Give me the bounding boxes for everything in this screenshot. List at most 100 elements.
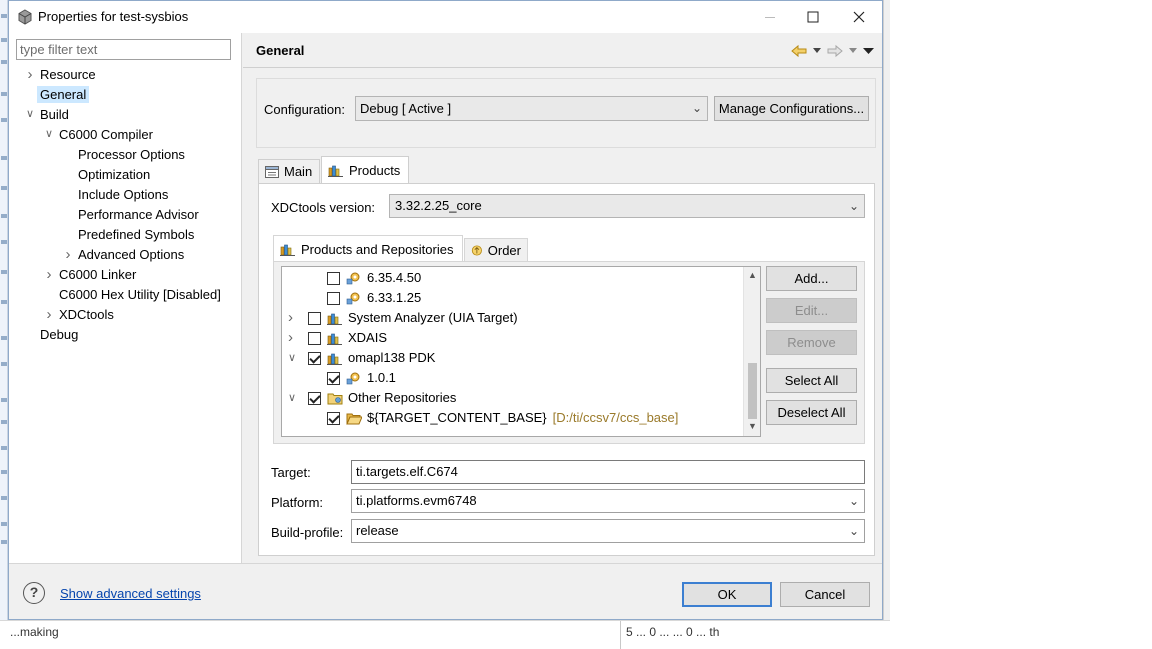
help-icon[interactable]: ? xyxy=(23,582,45,604)
chevron-right-icon[interactable]: › xyxy=(288,308,293,328)
repository-row[interactable]: › XDAIS xyxy=(288,328,387,348)
background-code-fragment xyxy=(1,300,7,304)
tree-item[interactable]: Performance Advisor xyxy=(78,205,199,224)
repository-row[interactable]: ${TARGET_CONTENT_BASE} [D:/ti/ccsv7/ccs_b… xyxy=(327,408,678,428)
chevron-right-icon[interactable]: › xyxy=(62,245,74,264)
add-button[interactable]: Add... xyxy=(766,266,857,291)
tree-item[interactable]: ∨ C6000 Compiler xyxy=(45,125,153,144)
repository-label: omapl138 PDK xyxy=(348,350,436,365)
ok-button[interactable]: OK xyxy=(682,582,772,607)
repository-row[interactable]: ∨ Other Repositories xyxy=(288,388,457,408)
close-button[interactable] xyxy=(836,1,882,32)
chevron-down-icon[interactable]: ∨ xyxy=(43,125,55,144)
show-advanced-settings-link[interactable]: Show advanced settings xyxy=(60,586,201,601)
chevron-right-icon[interactable]: › xyxy=(24,65,36,84)
back-arrow-icon[interactable] xyxy=(791,44,807,58)
repository-row[interactable]: › System Analyzer (UIA Target) xyxy=(288,308,518,328)
target-input[interactable]: ti.targets.elf.C674 xyxy=(351,460,865,484)
repository-row[interactable]: 6.33.1.25 xyxy=(327,288,421,308)
chevron-right-icon[interactable]: › xyxy=(43,305,55,324)
minimize-button[interactable] xyxy=(747,1,793,32)
tree-item[interactable]: Processor Options xyxy=(78,145,185,164)
tab-main[interactable]: Main xyxy=(258,159,320,183)
tree-item-label: Predefined Symbols xyxy=(78,227,195,242)
chevron-right-icon[interactable]: › xyxy=(43,265,55,284)
tab-products[interactable]: Products xyxy=(321,156,409,184)
maximize-button[interactable] xyxy=(790,1,836,32)
view-menu-icon[interactable] xyxy=(863,47,874,55)
products-panel: XDCtools version: 3.32.2.25_core ⌄ Produ… xyxy=(258,183,875,556)
repository-row[interactable]: 1.0.1 xyxy=(327,368,396,388)
repository-label: System Analyzer (UIA Target) xyxy=(348,310,518,325)
tree-item[interactable]: General xyxy=(37,85,90,104)
tree-item[interactable]: › C6000 Linker xyxy=(47,265,137,284)
scrollbar-thumb[interactable] xyxy=(748,363,757,419)
filter-input[interactable] xyxy=(16,39,231,60)
platform-select[interactable]: ti.platforms.evm6748 ⌄ xyxy=(351,489,865,513)
tab-products-and-repositories[interactable]: Products and Repositories xyxy=(273,235,463,262)
chevron-right-icon[interactable]: › xyxy=(288,328,293,348)
products-books-icon xyxy=(280,244,295,256)
repository-label: Other Repositories xyxy=(348,390,457,405)
tree-item[interactable]: › XDCtools xyxy=(47,305,114,324)
background-console-text: ...making xyxy=(10,625,59,639)
scroll-up-icon[interactable]: ▲ xyxy=(748,270,757,280)
back-menu-chevron-icon[interactable] xyxy=(813,48,821,54)
deselect-all-button[interactable]: Deselect All xyxy=(766,400,857,425)
product-repository-tree[interactable]: 6.35.4.50 6.33.1.25 › System Analyzer (UIA … xyxy=(281,266,761,437)
repository-label: 6.33.1.25 xyxy=(367,290,422,305)
repository-folder-icon xyxy=(327,391,348,405)
app-cube-icon xyxy=(18,9,32,25)
repository-checkbox[interactable] xyxy=(308,331,321,345)
tree-item[interactable]: Predefined Symbols xyxy=(78,225,194,244)
repository-checkbox[interactable] xyxy=(327,411,340,425)
forward-arrow-icon[interactable] xyxy=(827,44,843,58)
tree-item[interactable]: Include Options xyxy=(78,185,168,204)
chevron-down-icon[interactable]: ∨ xyxy=(24,105,36,124)
close-icon xyxy=(853,11,865,22)
tree-item-label: Debug xyxy=(40,327,79,342)
tab-order[interactable]: Order xyxy=(464,238,528,261)
tree-item[interactable]: C6000 Hex Utility [Disabled] xyxy=(59,285,221,304)
chevron-down-icon[interactable]: ∨ xyxy=(288,348,296,368)
tree-item-label: Processor Options xyxy=(78,147,185,162)
edit-button[interactable]: Edit... xyxy=(766,298,857,323)
tree-item[interactable]: ∨ Build xyxy=(26,105,69,124)
product-books-icon xyxy=(327,331,348,345)
repository-checkbox[interactable] xyxy=(327,371,340,385)
manage-configurations-button[interactable]: Manage Configurations... xyxy=(714,96,869,121)
background-code-fragment xyxy=(1,398,7,402)
build-profile-select[interactable]: release ⌄ xyxy=(351,519,865,543)
configuration-select[interactable]: Debug [ Active ] ⌄ xyxy=(355,96,708,121)
select-all-button[interactable]: Select All xyxy=(766,368,857,393)
repository-checkbox[interactable] xyxy=(308,391,321,405)
repository-checkbox[interactable] xyxy=(308,351,321,365)
tree-item[interactable]: Optimization xyxy=(78,165,150,184)
forward-menu-chevron-icon[interactable] xyxy=(849,48,857,54)
tree-item[interactable]: › Advanced Options xyxy=(66,245,185,264)
repository-checkbox[interactable] xyxy=(327,291,340,305)
remove-button[interactable]: Remove xyxy=(766,330,857,355)
tree-item-label: Advanced Options xyxy=(78,247,185,262)
tree-item[interactable]: › Resource xyxy=(28,65,96,84)
maximize-icon xyxy=(807,11,819,22)
chevron-down-icon: ⌄ xyxy=(848,524,859,538)
tree-scrollbar[interactable]: ▲ ▼ xyxy=(743,267,760,436)
repository-checkbox[interactable] xyxy=(327,271,340,285)
xdctools-version-select[interactable]: 3.32.2.25_core ⌄ xyxy=(389,194,865,218)
title-bar[interactable]: Properties for test-sysbios xyxy=(9,1,882,33)
order-icon xyxy=(471,244,482,256)
header-separator xyxy=(243,67,882,68)
properties-dialog: Properties for test-sysbios ›ResourceGen… xyxy=(8,0,883,620)
chevron-down-icon[interactable]: ∨ xyxy=(288,388,296,408)
repository-row[interactable]: 6.35.4.50 xyxy=(327,268,421,288)
xdctools-version-label: XDCtools version: xyxy=(271,200,376,215)
scroll-down-icon[interactable]: ▼ xyxy=(748,421,757,431)
configuration-group: Configuration: Debug [ Active ] ⌄ Manage… xyxy=(256,78,876,148)
tab-products-and-repositories-label: Products and Repositories xyxy=(301,241,454,257)
repository-checkbox[interactable] xyxy=(308,311,321,325)
window-title: Properties for test-sysbios xyxy=(38,9,189,24)
cancel-button[interactable]: Cancel xyxy=(780,582,870,607)
tree-item[interactable]: Debug xyxy=(40,325,78,344)
repository-row[interactable]: ∨ omapl138 PDK xyxy=(288,348,436,368)
